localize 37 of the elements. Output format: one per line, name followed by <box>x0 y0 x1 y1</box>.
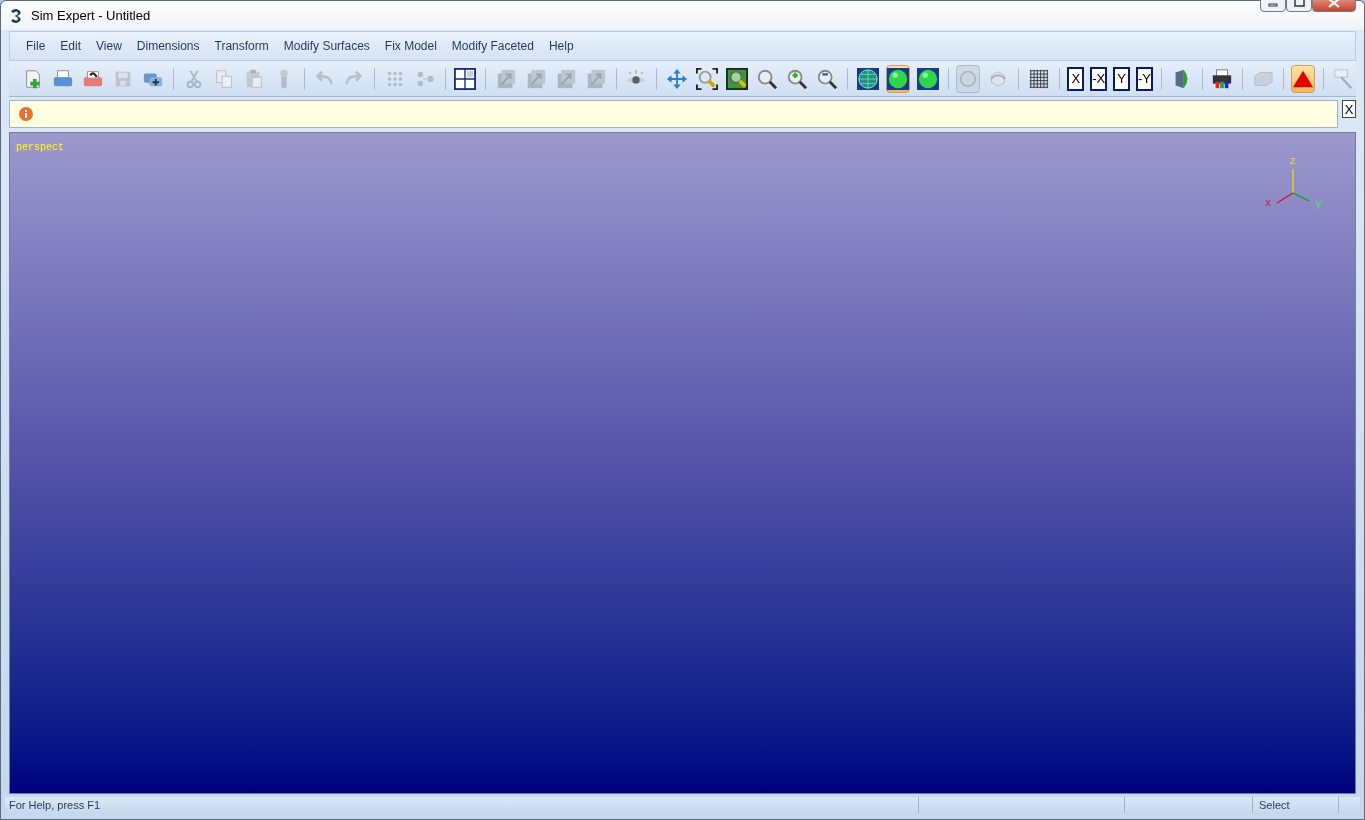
zoom-window-icon <box>696 67 719 90</box>
app-logo-icon <box>9 7 23 24</box>
zoom-icon <box>756 67 779 90</box>
menu-item[interactable]: Dimensions <box>136 37 200 55</box>
wireframe-sphere-icon <box>856 67 879 90</box>
status-mode: Select <box>1259 797 1290 813</box>
zoom-in-icon <box>786 67 809 90</box>
status-text: For Help, press F1 <box>9 797 101 813</box>
view-axis-button[interactable]: Y <box>1113 66 1130 91</box>
menu-item[interactable]: Help <box>548 37 574 55</box>
probe-icon <box>1332 67 1355 90</box>
view-axis-button[interactable]: -Y <box>1136 66 1153 91</box>
pan-icon <box>666 67 689 90</box>
axis-label: X <box>1265 199 1271 208</box>
view-label: perspect <box>16 141 64 155</box>
toolbar-button[interactable] <box>885 64 910 93</box>
menu-item[interactable]: File <box>26 37 46 55</box>
menu-item[interactable]: Modify Faceted <box>451 37 534 55</box>
printer-icon <box>1211 67 1234 90</box>
window-title: Sim Expert - Untitled <box>31 6 151 25</box>
mesh-icon <box>1027 67 1050 90</box>
menu-item[interactable]: Transform <box>214 37 269 55</box>
axis-label: Y <box>1315 201 1322 211</box>
view-axis-button[interactable]: -X <box>1090 66 1108 91</box>
close-button[interactable]: X <box>1342 100 1356 118</box>
axis-label: Z <box>1290 157 1296 166</box>
zoom-fit-icon <box>726 67 749 90</box>
menu-item[interactable]: Modify Surfaces <box>283 37 370 55</box>
sphere-icon <box>886 67 909 90</box>
sphere-icon <box>916 67 939 90</box>
view-grid-icon <box>454 67 477 90</box>
menu-item[interactable]: Edit <box>60 37 82 55</box>
menu-item[interactable]: View <box>96 37 122 55</box>
view-axis-button[interactable]: X <box>1067 66 1085 91</box>
zoom-out-icon <box>816 67 839 90</box>
menu-item[interactable]: Fix Model <box>384 37 437 55</box>
info-icon <box>18 106 34 122</box>
